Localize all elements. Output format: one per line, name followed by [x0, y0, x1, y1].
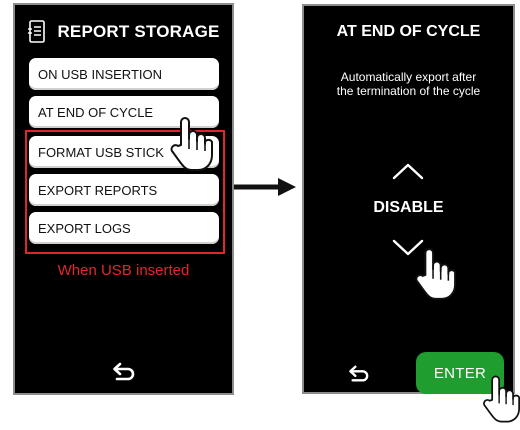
header: REPORT STORAGE	[15, 15, 232, 49]
return-arrow-icon[interactable]	[111, 361, 137, 383]
usb-note: When USB inserted	[57, 262, 190, 279]
enter-label: ENTER	[433, 364, 487, 382]
menu-item-label: ON USB INSERTION	[38, 66, 163, 82]
chevron-up-icon[interactable]	[391, 161, 425, 181]
description: Automatically export after the terminati…	[304, 70, 513, 98]
page-title: AT END OF CYCLE	[336, 23, 481, 40]
hand-pointer-icon	[170, 117, 213, 171]
menu-item-on-usb-insertion[interactable]: ON USB INSERTION	[29, 58, 219, 90]
value-display: DISABLE	[373, 199, 444, 216]
document-list-icon	[28, 20, 46, 43]
report-storage-screen: REPORT STORAGE ON USB INSERTION AT END O…	[13, 3, 234, 395]
hand-pointer-icon	[415, 248, 456, 300]
return-arrow-icon[interactable]	[347, 364, 371, 384]
page-title: REPORT STORAGE	[57, 22, 220, 41]
description-line: the termination of the cycle	[336, 84, 481, 98]
at-end-of-cycle-screen: AT END OF CYCLE Automatically export aft…	[302, 4, 515, 394]
menu-item-label: AT END OF CYCLE	[38, 104, 154, 120]
transition-arrow-icon	[234, 178, 296, 196]
hand-pointer-icon	[483, 375, 520, 423]
description-line: Automatically export after	[340, 70, 477, 84]
